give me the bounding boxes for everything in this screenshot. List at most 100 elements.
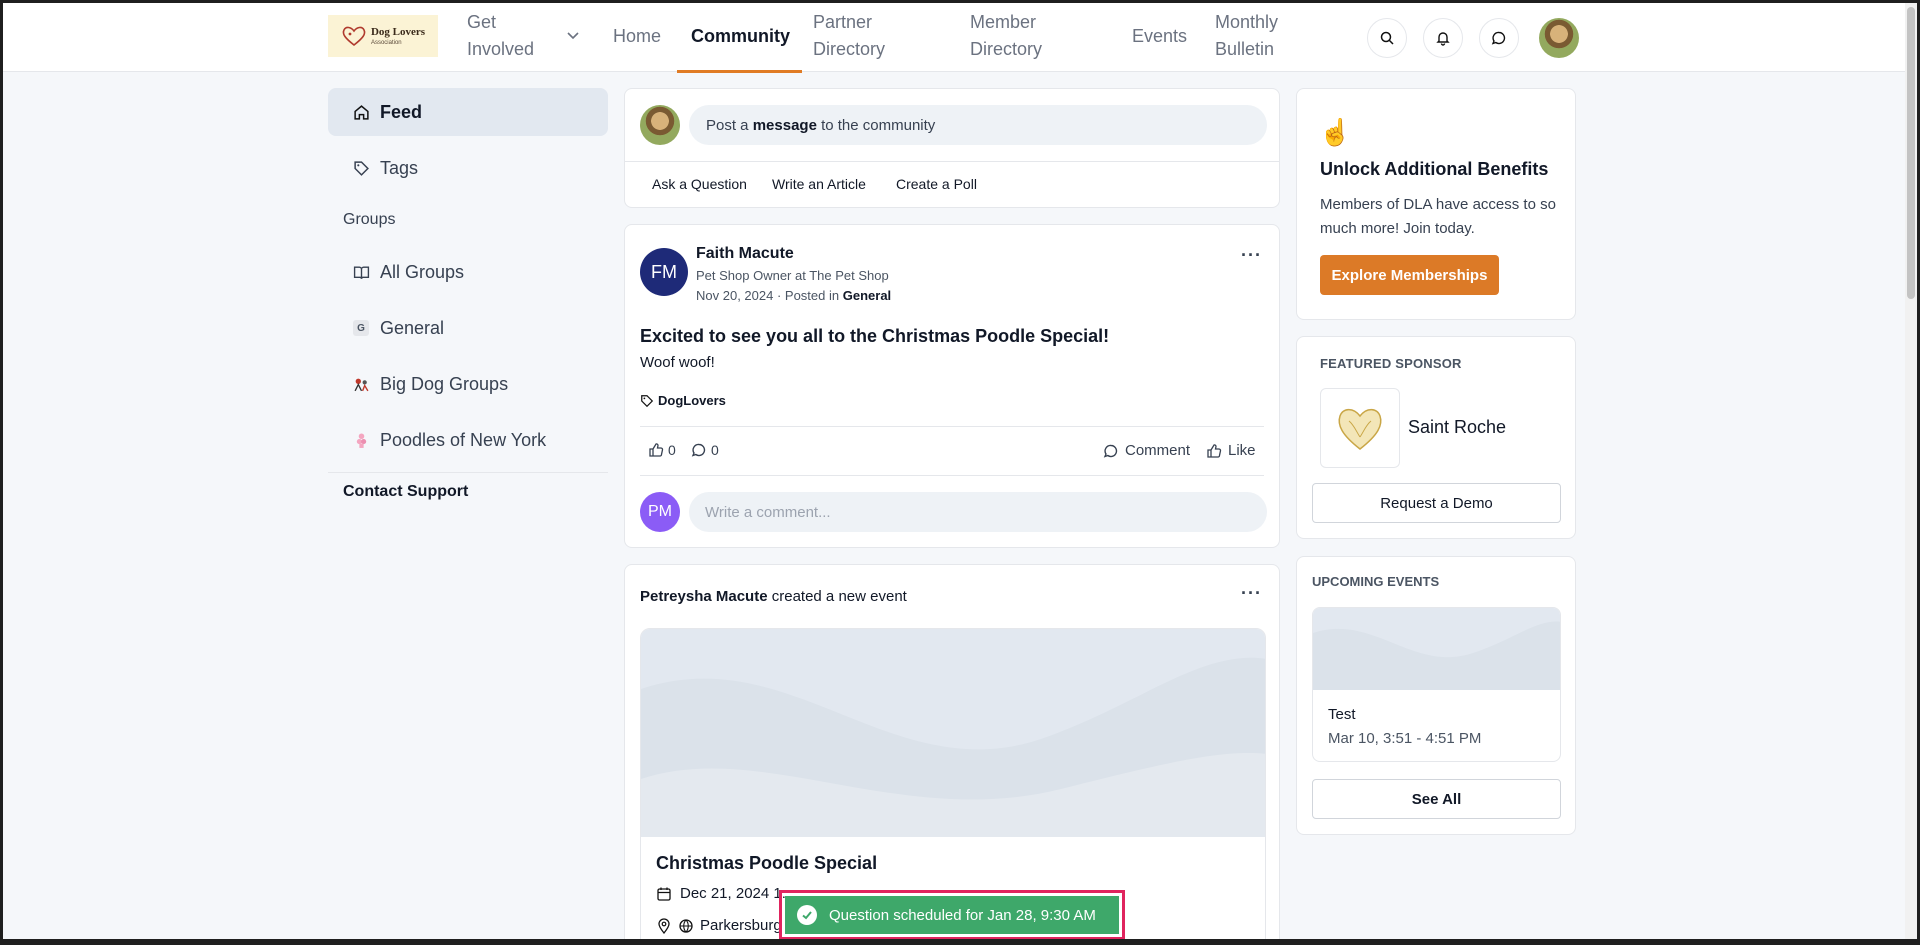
nav-member-directory[interactable]: Member Directory [970,9,1050,63]
bell-icon [1436,32,1450,46]
chevron-down-icon[interactable] [565,27,581,43]
like-button[interactable]: Like [1206,442,1256,459]
ask-question-button[interactable]: Ask a Question [652,176,747,192]
sidebar-item-feed[interactable]: Feed [328,88,608,136]
chat-icon [1491,31,1506,45]
event-location: Parkersburg [656,917,782,934]
groups-heading: Groups [343,211,396,228]
comment-button[interactable]: Comment [1103,442,1190,459]
benefits-card: ☝ Unlock Additional Benefits Members of … [1296,88,1576,320]
nav-partner-directory[interactable]: Partner Directory [813,9,893,63]
tag-icon [641,394,654,407]
event-date: Dec 21, 2024 1: [656,885,786,902]
comment-input[interactable]: Write a comment... [689,492,1267,532]
nav-monthly-bulletin[interactable]: Monthly Bulletin [1215,9,1295,63]
messages-button[interactable] [1479,18,1519,58]
author-name[interactable]: Faith Macute [696,245,794,263]
sidebar-item-label: All Groups [380,261,465,282]
create-poll-button[interactable]: Create a Poll [896,176,977,192]
sponsor-name[interactable]: Saint Roche [1408,417,1506,438]
event-more-options-icon[interactable]: ··· [1241,583,1262,604]
author-role: Pet Shop Owner at The Pet Shop [696,268,889,283]
sidebar-item-big-dog-groups[interactable]: Big Dog Groups [328,360,608,408]
sponsor-logo[interactable] [1320,388,1400,468]
composer-suffix: to the community [816,116,936,134]
toast-message: Question scheduled for Jan 28, 9:30 AM [829,906,1096,924]
post-divider [640,475,1264,476]
nav-community[interactable]: Community [691,23,790,50]
logo-name: Dog Lovers [370,25,426,38]
contact-support-link[interactable]: Contact Support [343,483,468,501]
author-avatar[interactable]: FM [640,248,688,296]
user-avatar[interactable] [1539,18,1579,58]
notifications-button[interactable] [1423,18,1463,58]
featured-sponsor-card: FEATURED SPONSOR Saint Roche Request a D… [1296,336,1576,539]
post-meta: Nov 20, 2024 · Posted in General [696,288,891,303]
posted-in-label: · Posted in [776,288,840,303]
sidebar-item-poodles-of-new-york[interactable]: Poodles of New York [328,416,608,464]
likes-value: 0 [668,442,676,458]
event-date-text: Dec 21, 2024 1: [680,885,786,902]
upcoming-event-title: Test [1328,706,1356,723]
top-nav-bar: Dog Lovers Association Get Involved Home… [3,3,1905,73]
sponsor-heart-logo-icon [1338,408,1382,450]
scrollbar-thumb[interactable] [1907,7,1915,299]
composer-prefix: Post a [706,116,753,134]
sidebar-item-label: Big Dog Groups [380,373,509,394]
dog-lovers-logo[interactable]: Dog Lovers Association [328,15,438,57]
sidebar-item-label: General [380,317,445,338]
active-nav-indicator [677,70,802,73]
sidebar-item-label: Tags [380,157,419,178]
upcoming-event-item[interactable]: Test Mar 10, 3:51 - 4:51 PM [1312,607,1561,762]
sidebar-item-tags[interactable]: Tags [328,144,608,192]
sidebar-divider [328,472,608,473]
benefits-title: Unlock Additional Benefits [1320,159,1549,179]
globe-icon [679,918,693,933]
upcoming-heading: UPCOMING EVENTS [1312,574,1440,589]
check-circle-icon [797,905,817,925]
pointing-hand-icon: ☝ [1319,117,1352,147]
sidebar-item-all-groups[interactable]: All Groups [328,248,608,296]
tag-icon [352,159,370,177]
post-title: Excited to see you all to the Christmas … [640,326,1110,346]
benefits-text: Members of DLA have access to so much mo… [1320,196,1556,237]
upcoming-event-image-placeholder [1313,608,1560,690]
post-divider [640,426,1264,427]
like-label: Like [1228,442,1256,459]
nav-home[interactable]: Home [613,23,661,50]
post-group-link[interactable]: General [843,288,891,303]
sponsor-heading: FEATURED SPONSOR [1320,356,1462,371]
post-more-options-icon[interactable]: ··· [1241,245,1262,266]
search-button[interactable] [1367,18,1407,58]
post-message-input[interactable]: Post a message to the community [689,105,1267,145]
composer-divider [625,161,1279,162]
see-all-events-button[interactable]: See All [1312,779,1561,819]
explore-memberships-button[interactable]: Explore Memberships [1320,255,1499,295]
comments-value: 0 [711,442,719,458]
post-tag[interactable]: DogLovers [640,393,726,408]
comment-icon [1103,444,1118,458]
poodle-icon [352,431,370,449]
event-title: Christmas Poodle Special [656,853,878,873]
event-creator-name[interactable]: Petreysha Macute [640,588,768,605]
search-icon [1380,31,1394,45]
nav-get-involved[interactable]: Get Involved [467,9,534,63]
event-post: Petreysha Macute created a new event ···… [624,564,1280,945]
thumbs-up-icon [1207,443,1222,458]
wave-decoration [1313,621,1560,690]
thumbs-up-icon [649,443,664,457]
book-icon [352,263,370,281]
event-image-placeholder [641,629,1265,837]
sidebar-item-general[interactable]: G General [328,304,608,352]
success-toast: Question scheduled for Jan 28, 9:30 AM [785,896,1119,934]
page-scrollbar[interactable] [1905,3,1917,939]
nav-events[interactable]: Events [1132,23,1187,50]
calendar-icon [657,887,671,901]
event-location-text: Parkersburg [700,917,782,934]
sidebar-item-label: Feed [380,101,423,122]
event-creator-line: Petreysha Macute created a new event [640,588,907,605]
comment-label: Comment [1125,442,1191,459]
commenter-avatar: PM [640,492,680,532]
write-article-button[interactable]: Write an Article [772,176,866,192]
request-demo-button[interactable]: Request a Demo [1312,483,1561,523]
